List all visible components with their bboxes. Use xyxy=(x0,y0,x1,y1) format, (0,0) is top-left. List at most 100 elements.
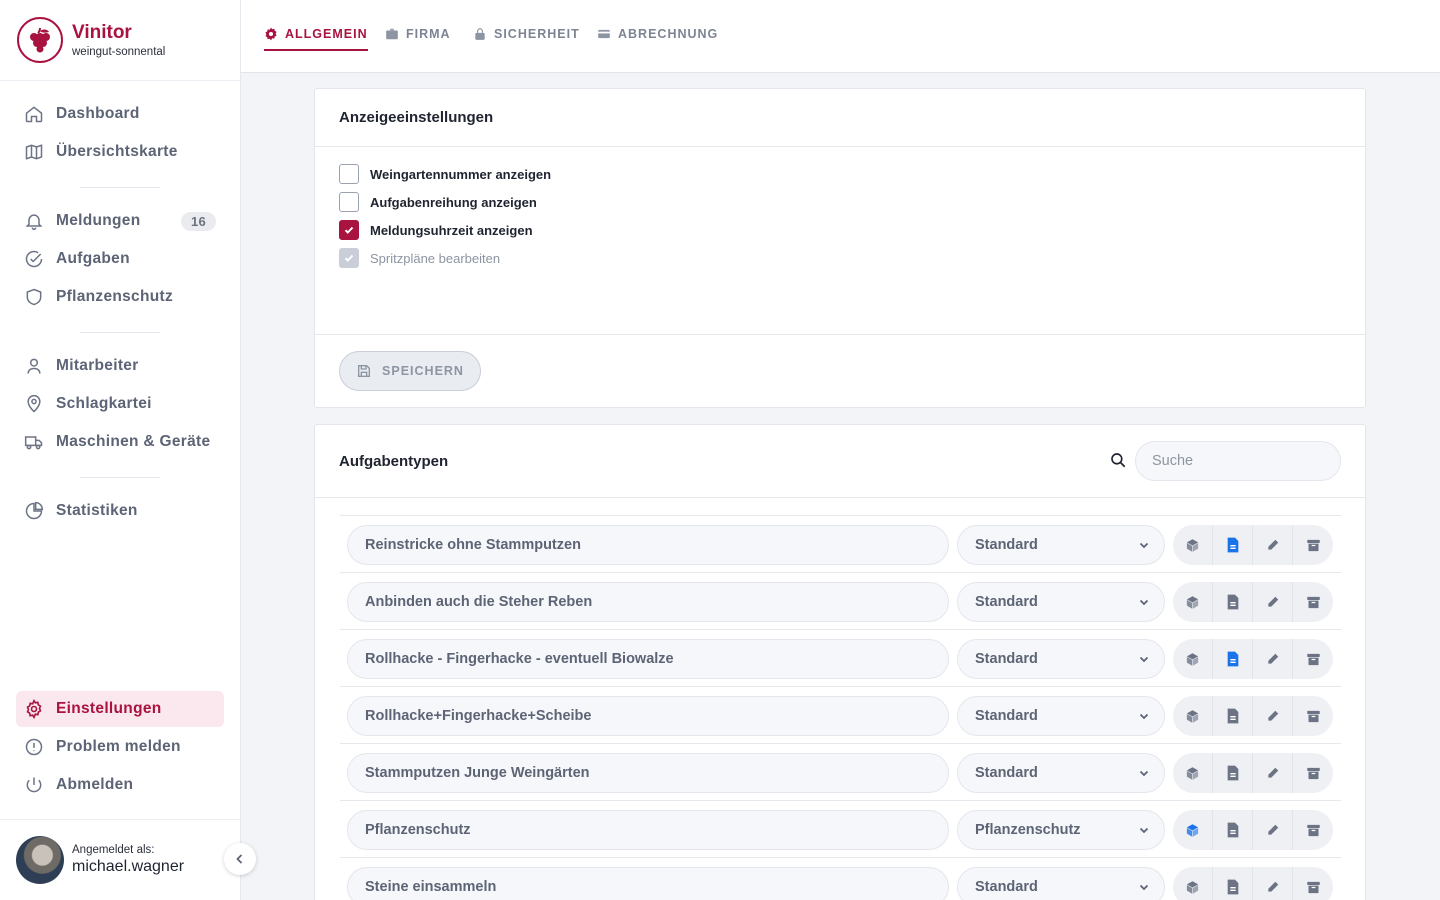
gear-icon xyxy=(26,699,42,719)
materials-button[interactable] xyxy=(1173,582,1213,622)
materials-button[interactable] xyxy=(1173,753,1213,793)
nav-item-field-registry[interactable]: Schlagkartei xyxy=(16,386,224,422)
archive-button[interactable] xyxy=(1293,753,1333,793)
task-name-input[interactable]: Reinstricke ohne Stammputzen xyxy=(347,525,949,565)
archive-button[interactable] xyxy=(1293,867,1333,900)
task-category-value: Standard xyxy=(975,879,1038,895)
document-button[interactable] xyxy=(1213,753,1253,793)
document-button[interactable] xyxy=(1213,525,1253,565)
task-name-value: Anbinden auch die Steher Reben xyxy=(365,594,593,610)
nav-item-statistics[interactable]: Statistiken xyxy=(16,493,224,529)
document-button[interactable] xyxy=(1213,639,1253,679)
checkbox[interactable] xyxy=(339,164,359,184)
task-types-card: Aufgabentypen Reinstricke ohne Stammputz… xyxy=(314,424,1366,900)
materials-button[interactable] xyxy=(1173,639,1213,679)
task-category-select[interactable]: Standard xyxy=(957,867,1165,900)
materials-button[interactable] xyxy=(1173,810,1213,850)
task-category-select[interactable]: Standard xyxy=(957,639,1165,679)
option-message-time[interactable]: Meldungsuhrzeit anzeigen xyxy=(339,220,533,240)
materials-button[interactable] xyxy=(1173,525,1213,565)
sidebar: Vinitor weingut-sonnental Dashboard Über… xyxy=(0,0,241,900)
nav-item-settings[interactable]: Einstellungen xyxy=(16,691,224,727)
task-name-input[interactable]: Anbinden auch die Steher Reben xyxy=(347,582,949,622)
task-name-input[interactable]: Rollhacke - Fingerhacke - eventuell Biow… xyxy=(347,639,949,679)
edit-button[interactable] xyxy=(1253,867,1293,900)
nav-label: Schlagkartei xyxy=(56,395,152,412)
task-type-row: Reinstricke ohne Stammputzen Standard xyxy=(340,515,1341,572)
gear-icon xyxy=(265,27,277,41)
document-icon xyxy=(1227,651,1238,667)
nav-item-machines[interactable]: Maschinen & Geräte xyxy=(16,424,224,460)
materials-button[interactable] xyxy=(1173,867,1213,900)
edit-button[interactable] xyxy=(1253,639,1293,679)
nav-item-overview-map[interactable]: Übersichtskarte xyxy=(16,134,224,170)
archive-button[interactable] xyxy=(1293,696,1333,736)
logged-in-label: Angemeldet als: xyxy=(72,844,155,856)
nav-item-employees[interactable]: Mitarbeiter xyxy=(16,348,224,384)
tenant-name: weingut-sonnental xyxy=(72,46,166,58)
archive-button[interactable] xyxy=(1293,582,1333,622)
task-name-input[interactable]: Pflanzenschutz xyxy=(347,810,949,850)
option-edit-spray-plans: Spritzpläne bearbeiten xyxy=(339,248,500,268)
task-category-select[interactable]: Standard xyxy=(957,582,1165,622)
task-category-select[interactable]: Pflanzenschutz xyxy=(957,810,1165,850)
task-name-input[interactable]: Steine einsammeln xyxy=(347,867,949,900)
edit-button[interactable] xyxy=(1253,753,1293,793)
document-button[interactable] xyxy=(1213,696,1253,736)
task-category-select[interactable]: Standard xyxy=(957,753,1165,793)
nav-item-logout[interactable]: Abmelden xyxy=(16,767,224,803)
document-button[interactable] xyxy=(1213,867,1253,900)
task-name-input[interactable]: Stammputzen Junge Weingärten xyxy=(347,753,949,793)
task-category-select[interactable]: Standard xyxy=(957,696,1165,736)
avatar[interactable] xyxy=(16,836,64,884)
nav-label: Übersichtskarte xyxy=(56,143,178,160)
checkbox[interactable] xyxy=(339,220,359,240)
option-vineyard-number[interactable]: Weingartennummer anzeigen xyxy=(339,164,551,184)
nav-label: Einstellungen xyxy=(56,700,162,717)
archive-button[interactable] xyxy=(1293,639,1333,679)
nav-item-plant-protection[interactable]: Pflanzenschutz xyxy=(16,279,224,315)
archive-button[interactable] xyxy=(1293,525,1333,565)
row-actions xyxy=(1173,696,1333,736)
edit-button[interactable] xyxy=(1253,582,1293,622)
document-button[interactable] xyxy=(1213,582,1253,622)
tab-general[interactable]: ALLGEMEIN xyxy=(264,27,368,51)
save-label: SPEICHERN xyxy=(382,364,464,378)
save-button[interactable]: SPEICHERN xyxy=(339,351,481,391)
task-category-value: Standard xyxy=(975,765,1038,781)
chevron-down-icon xyxy=(1139,599,1149,606)
nav-item-dashboard[interactable]: Dashboard xyxy=(16,96,224,132)
search-icon xyxy=(1111,453,1126,468)
nav-label: Mitarbeiter xyxy=(56,357,139,374)
task-category-select[interactable]: Standard xyxy=(957,525,1165,565)
chevron-down-icon xyxy=(1139,713,1149,720)
task-type-row: Anbinden auch die Steher Reben Standard xyxy=(340,572,1341,629)
nav-item-report-problem[interactable]: Problem melden xyxy=(16,729,224,765)
card-divider xyxy=(315,334,1365,335)
briefcase-icon xyxy=(386,28,398,40)
edit-button[interactable] xyxy=(1253,525,1293,565)
nav-label: Meldungen xyxy=(56,212,141,229)
task-name-input[interactable]: Rollhacke+Fingerhacke+Scheibe xyxy=(347,696,949,736)
search-input[interactable] xyxy=(1135,441,1341,481)
tab-security[interactable]: SICHERHEIT xyxy=(473,27,580,51)
checkbox[interactable] xyxy=(339,192,359,212)
edit-button[interactable] xyxy=(1253,696,1293,736)
save-icon xyxy=(358,365,371,377)
nav-label: Abmelden xyxy=(56,776,134,793)
tab-company[interactable]: FIRMA xyxy=(385,27,451,51)
option-task-order[interactable]: Aufgabenreihung anzeigen xyxy=(339,192,537,212)
nav-label: Dashboard xyxy=(56,105,140,122)
nav-item-tasks[interactable]: Aufgaben xyxy=(16,241,224,277)
task-name-value: Rollhacke - Fingerhacke - eventuell Biow… xyxy=(365,651,674,667)
archive-button[interactable] xyxy=(1293,810,1333,850)
tab-billing[interactable]: ABRECHNUNG xyxy=(597,27,718,51)
nav-item-messages[interactable]: Meldungen 16 xyxy=(16,203,224,239)
collapse-sidebar-button[interactable] xyxy=(224,843,256,875)
edit-button[interactable] xyxy=(1253,810,1293,850)
credit-card-icon xyxy=(598,29,610,39)
materials-button[interactable] xyxy=(1173,696,1213,736)
brand[interactable]: Vinitor weingut-sonnental xyxy=(0,0,240,81)
archive-icon xyxy=(1306,881,1320,893)
document-button[interactable] xyxy=(1213,810,1253,850)
